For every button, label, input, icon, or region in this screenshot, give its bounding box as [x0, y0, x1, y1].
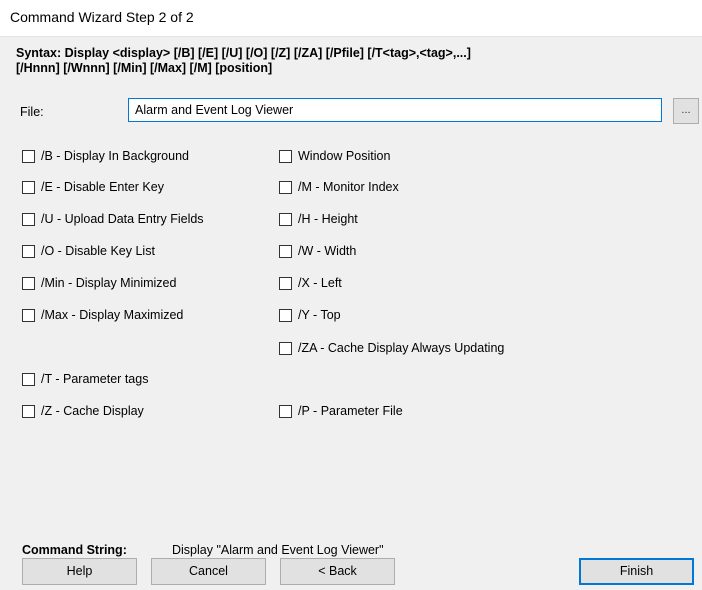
back-button[interactable]: < Back: [280, 558, 395, 585]
help-button[interactable]: Help: [22, 558, 137, 585]
checkbox-label: /Z - Cache Display: [41, 404, 144, 418]
command-string-label: Command String:: [22, 543, 127, 557]
checkbox-box[interactable]: [279, 244, 292, 258]
checkbox-minimized[interactable]: /Min - Display Minimized: [22, 274, 176, 292]
window-title: Command Wizard Step 2 of 2: [10, 9, 194, 25]
checkbox-parameter-tags[interactable]: /T - Parameter tags: [22, 370, 148, 388]
checkbox-box[interactable]: [279, 180, 292, 194]
checkbox-box[interactable]: [22, 149, 35, 163]
checkbox-window-position[interactable]: Window Position: [279, 147, 390, 165]
checkbox-label: /E - Disable Enter Key: [41, 180, 164, 194]
checkbox-parameter-file[interactable]: /P - Parameter File: [279, 402, 403, 420]
command-string-value: Display "Alarm and Event Log Viewer": [172, 543, 384, 557]
checkbox-label: Window Position: [298, 149, 391, 163]
checkbox-box[interactable]: [22, 372, 35, 386]
checkbox-box[interactable]: [279, 149, 292, 163]
checkbox-top[interactable]: /Y - Top: [279, 306, 341, 324]
checkbox-box[interactable]: [22, 276, 35, 290]
checkbox-cache-always-updating[interactable]: /ZA - Cache Display Always Updating: [279, 339, 504, 357]
checkbox-height[interactable]: /H - Height: [279, 210, 358, 228]
checkbox-box[interactable]: [279, 341, 292, 355]
checkbox-box[interactable]: [279, 308, 292, 322]
checkbox-left[interactable]: /X - Left: [279, 274, 342, 292]
file-input[interactable]: [128, 98, 662, 122]
checkbox-label: /W - Width: [298, 244, 357, 258]
file-label: File:: [20, 105, 44, 119]
checkbox-label: /O - Disable Key List: [41, 244, 155, 258]
checkbox-box[interactable]: [279, 212, 292, 226]
checkbox-label: /T - Parameter tags: [41, 372, 149, 386]
checkbox-box[interactable]: [22, 212, 35, 226]
checkbox-box[interactable]: [22, 244, 35, 258]
checkbox-box[interactable]: [22, 308, 35, 322]
checkbox-label: /Max - Display Maximized: [41, 308, 184, 322]
checkbox-cache-display[interactable]: /Z - Cache Display: [22, 402, 144, 420]
browse-button[interactable]: ...: [673, 98, 699, 124]
checkbox-upload-fields[interactable]: /U - Upload Data Entry Fields: [22, 210, 204, 228]
checkbox-box[interactable]: [22, 404, 35, 418]
checkbox-label: /H - Height: [298, 212, 358, 226]
checkbox-label: /U - Upload Data Entry Fields: [41, 212, 204, 226]
checkbox-label: /Y - Top: [298, 308, 341, 322]
finish-button[interactable]: Finish: [579, 558, 694, 585]
checkbox-label: /ZA - Cache Display Always Updating: [298, 341, 505, 355]
checkbox-monitor-index[interactable]: /M - Monitor Index: [279, 178, 399, 196]
syntax-line-1: Syntax: Display <display> [/B] [/E] [/U]…: [16, 46, 471, 60]
checkbox-label: /P - Parameter File: [298, 404, 403, 418]
title-bar: Command Wizard Step 2 of 2: [0, 0, 702, 37]
checkbox-background[interactable]: /B - Display In Background: [22, 147, 189, 165]
cancel-button[interactable]: Cancel: [151, 558, 266, 585]
syntax-line-2: [/Hnnn] [/Wnnn] [/Min] [/Max] [/M] [posi…: [16, 61, 273, 75]
checkbox-disable-key-list[interactable]: /O - Disable Key List: [22, 242, 155, 260]
checkbox-width[interactable]: /W - Width: [279, 242, 356, 260]
checkbox-label: /M - Monitor Index: [298, 180, 399, 194]
checkbox-label: /B - Display In Background: [41, 149, 189, 163]
checkbox-box[interactable]: [279, 276, 292, 290]
checkbox-disable-enter[interactable]: /E - Disable Enter Key: [22, 178, 164, 196]
checkbox-label: /X - Left: [298, 276, 342, 290]
checkbox-maximized[interactable]: /Max - Display Maximized: [22, 306, 183, 324]
checkbox-label: /Min - Display Minimized: [41, 276, 177, 290]
checkbox-box[interactable]: [279, 404, 292, 418]
checkbox-box[interactable]: [22, 180, 35, 194]
syntax-text: Syntax: Display <display> [/B] [/E] [/U]…: [16, 46, 686, 76]
